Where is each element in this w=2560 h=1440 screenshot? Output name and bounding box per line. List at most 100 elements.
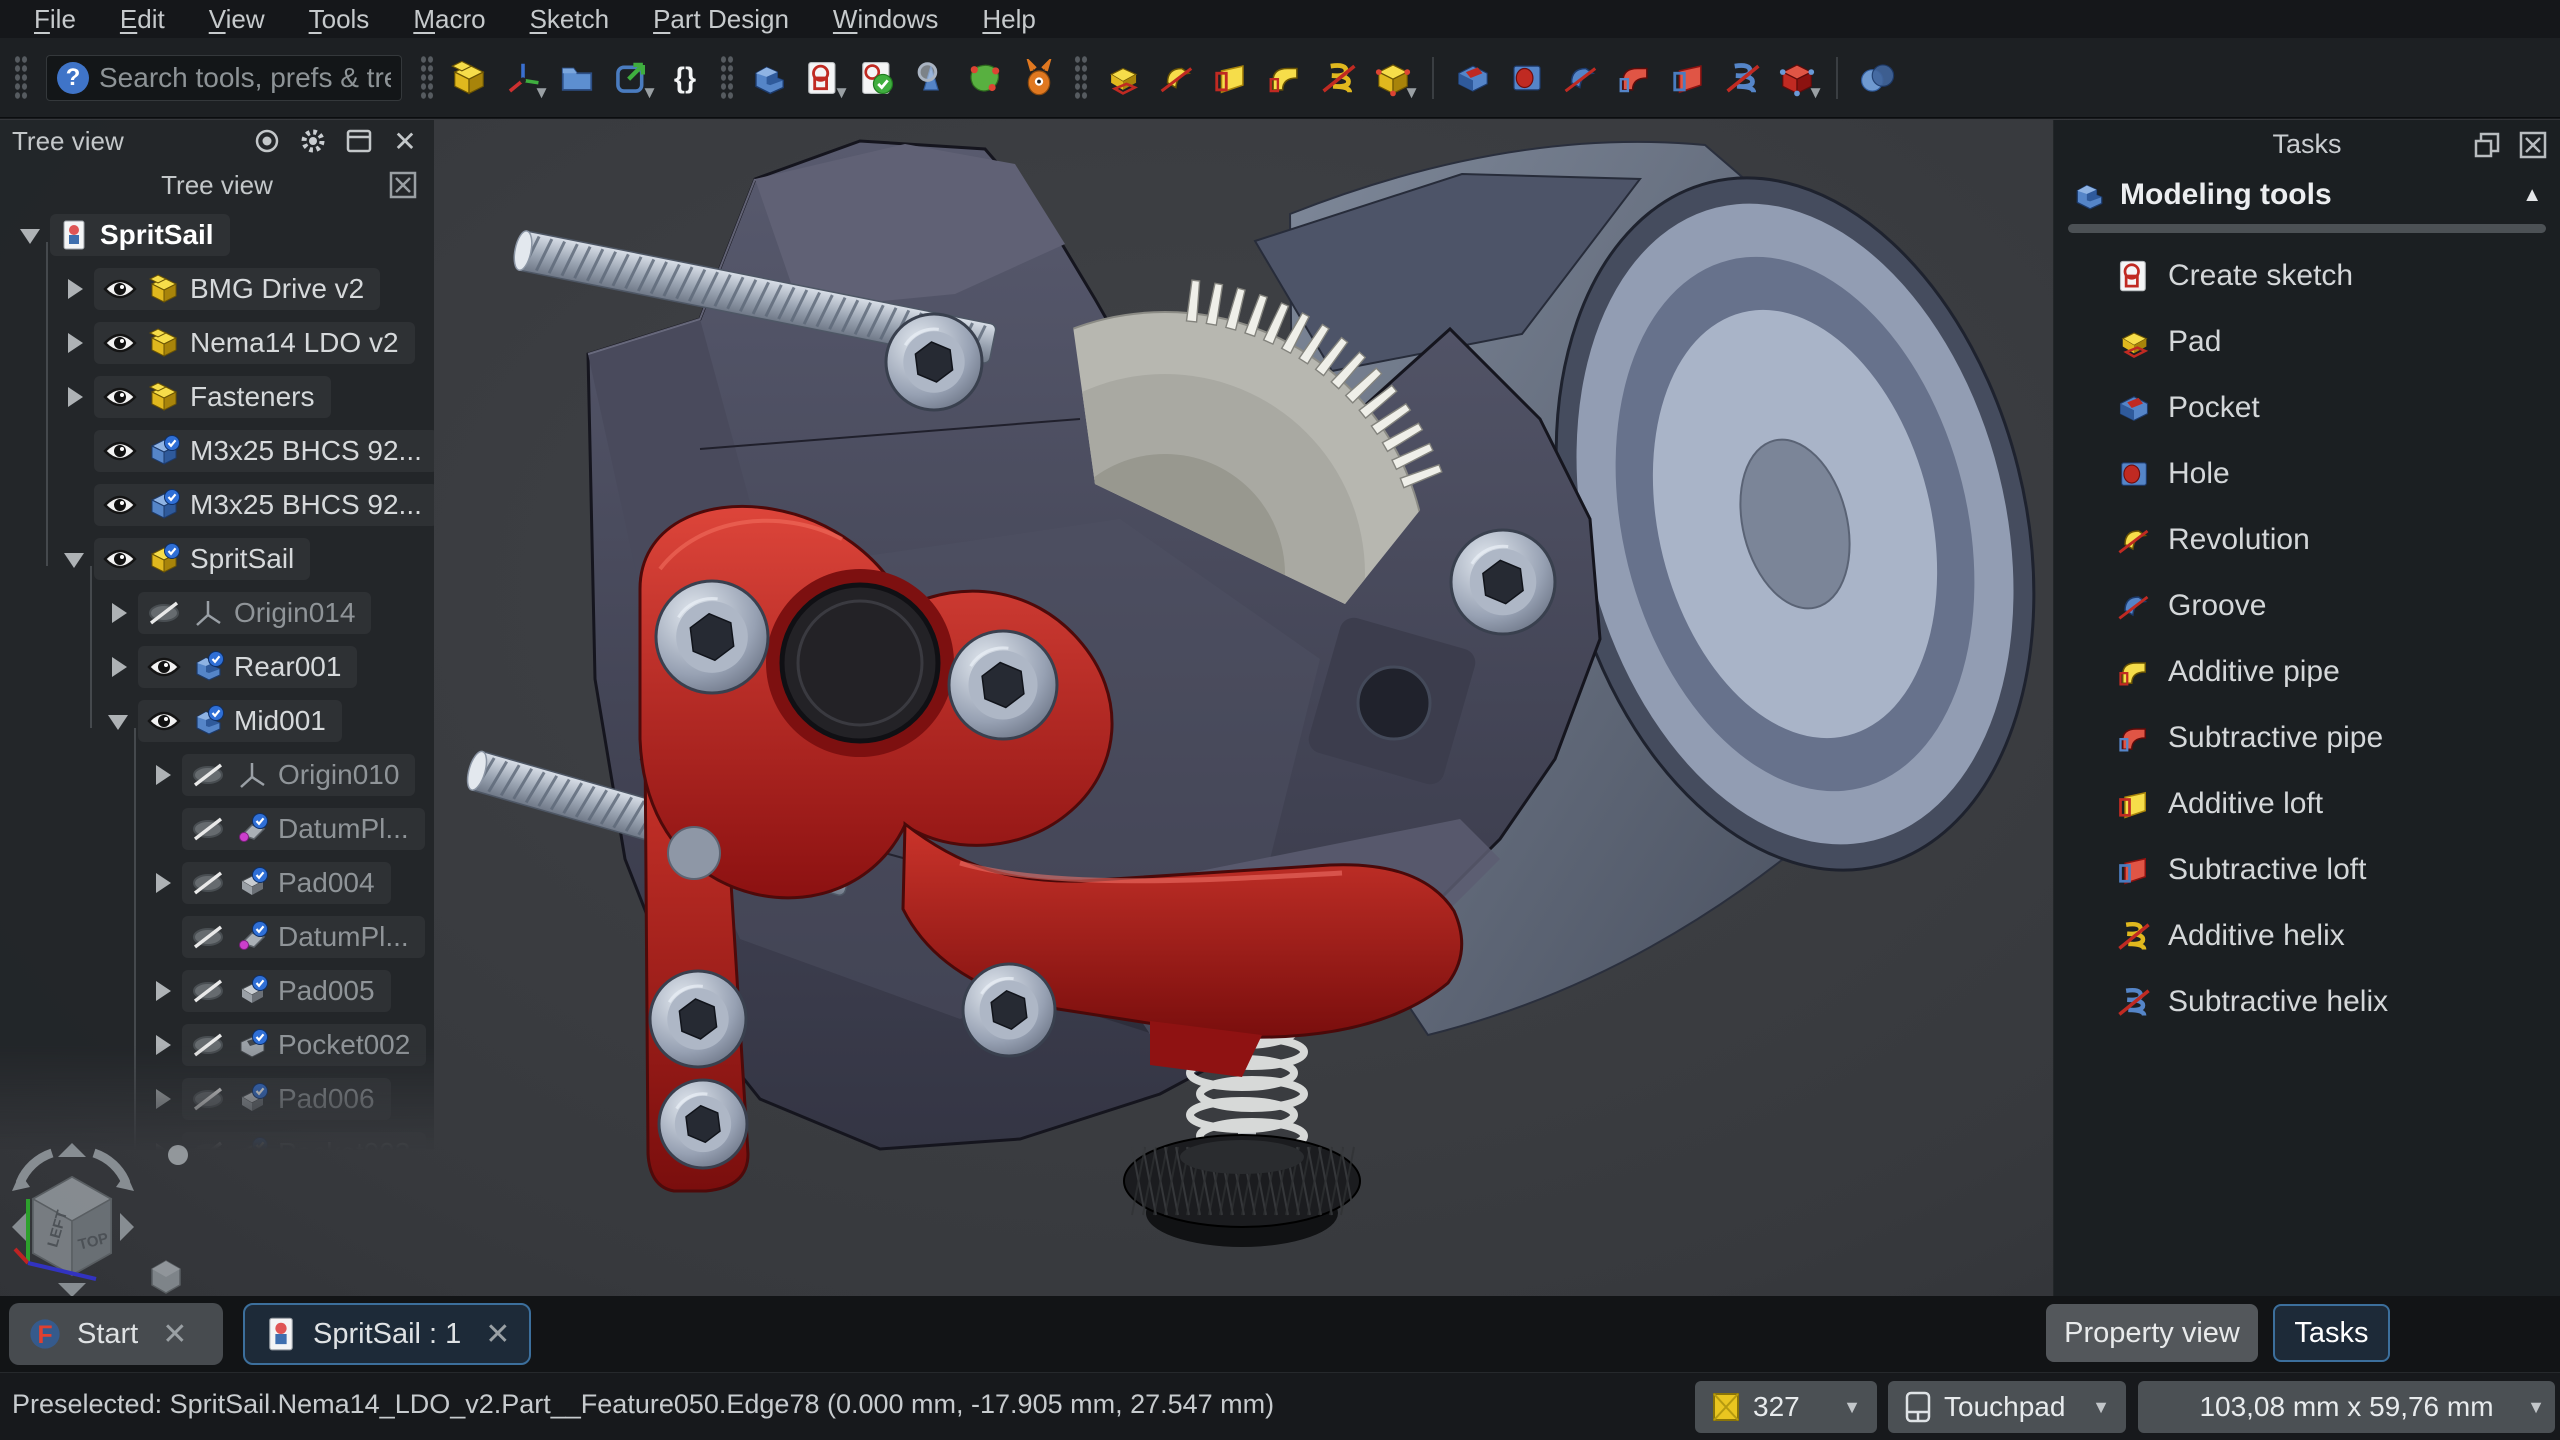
llama-button[interactable] <box>1014 51 1064 105</box>
tree-item-pad006[interactable]: Pad006 <box>0 1072 434 1126</box>
chevron-down-icon[interactable]: ▼ <box>1807 83 1824 103</box>
tree-item-content[interactable]: DatumPl... <box>182 916 425 958</box>
task-tool-groove[interactable]: Groove <box>2054 573 2560 639</box>
toolbar-grip[interactable] <box>1074 55 1088 101</box>
pad-button[interactable] <box>1098 51 1148 105</box>
nav-arrow-down[interactable] <box>58 1283 86 1297</box>
visibility-eye-off-icon[interactable] <box>190 1033 226 1057</box>
tab-start[interactable]: FStart✕ <box>9 1303 223 1365</box>
task-tool-create-sketch[interactable]: Create sketch <box>2054 243 2560 309</box>
navigation-style-widget[interactable]: Touchpad ▼ <box>1888 1381 2126 1433</box>
tree-arrow-expanded[interactable] <box>62 546 88 572</box>
tree-item-datumpl[interactable]: DatumPl... <box>0 802 434 856</box>
nav-mini-cube[interactable] <box>152 1261 180 1293</box>
tree-item-nema14-ldo-v2[interactable]: Nema14 LDO v2 <box>0 316 434 370</box>
menu-windows[interactable]: Windows <box>811 0 960 38</box>
chevron-down-icon[interactable]: ▼ <box>533 83 550 103</box>
visibility-eye-icon[interactable] <box>102 547 138 571</box>
tree-arrow-expanded[interactable] <box>106 708 132 734</box>
visibility-eye-icon[interactable] <box>102 493 138 517</box>
tree-item-content[interactable]: DatumPl... <box>182 808 425 850</box>
map-sketch-button[interactable] <box>960 51 1010 105</box>
toolbar-grip[interactable] <box>720 55 734 101</box>
tree-arrow-collapsed[interactable] <box>150 1086 176 1112</box>
tree-arrow-collapsed[interactable] <box>150 1032 176 1058</box>
tree-item-content[interactable]: Pad006 <box>182 1078 391 1120</box>
additive-pipe-button[interactable] <box>1260 51 1310 105</box>
additive-loft-button[interactable] <box>1206 51 1256 105</box>
additive-primitive-button[interactable]: ▼ <box>1368 51 1418 105</box>
subtractive-helix-button[interactable] <box>1718 51 1768 105</box>
tree-item-origin010[interactable]: Origin010 <box>0 748 434 802</box>
tree-arrow-collapsed[interactable] <box>150 870 176 896</box>
create-sketch-button[interactable]: ▼ <box>798 51 848 105</box>
chevron-down-icon[interactable]: ▼ <box>1403 83 1420 103</box>
visibility-eye-off-icon[interactable] <box>190 925 226 949</box>
tree-item-spritsail[interactable]: SpritSail <box>0 208 434 262</box>
tree-item-content[interactable]: Rear001 <box>138 646 357 688</box>
close-icon[interactable]: ✕ <box>485 1317 510 1352</box>
nav-arrow-left[interactable] <box>12 1213 26 1241</box>
toolbar-grip[interactable] <box>420 55 434 101</box>
toolbar-grip[interactable] <box>14 55 28 101</box>
overlay-layout-icon[interactable] <box>342 124 376 158</box>
tree-item-content[interactable]: Pocket002 <box>182 1024 426 1066</box>
nav-cube-body[interactable]: LEFT TOP <box>33 1177 111 1275</box>
navigation-cube[interactable]: LEFT TOP <box>6 1139 206 1309</box>
tree-arrow-expanded[interactable] <box>18 222 44 248</box>
boxed-close-icon[interactable] <box>386 168 420 202</box>
menu-macro[interactable]: Macro <box>391 0 507 38</box>
report-count-widget[interactable]: 327 ▼ <box>1695 1381 1877 1433</box>
tree-item-content[interactable]: Nema14 LDO v2 <box>94 322 415 364</box>
task-tool-hole[interactable]: Hole <box>2054 441 2560 507</box>
visibility-eye-off-icon[interactable] <box>190 871 226 895</box>
visibility-eye-off-icon[interactable] <box>190 763 226 787</box>
tree-item-bmg-drive-v2[interactable]: BMG Drive v2 <box>0 262 434 316</box>
chevron-down-icon[interactable]: ▼ <box>833 83 850 103</box>
nav-arrow-right[interactable] <box>120 1213 134 1241</box>
visibility-eye-icon[interactable] <box>102 277 138 301</box>
visibility-eye-off-icon[interactable] <box>190 979 226 1003</box>
gear-icon[interactable] <box>296 124 330 158</box>
visibility-eye-off-icon[interactable] <box>146 601 182 625</box>
search-input[interactable] <box>99 62 391 94</box>
transparency-eye-icon[interactable] <box>250 124 284 158</box>
task-tool-subtractive-loft[interactable]: Subtractive loft <box>2054 837 2560 903</box>
float-icon[interactable] <box>2470 128 2504 162</box>
task-tool-subtractive-pipe[interactable]: Subtractive pipe <box>2054 705 2560 771</box>
tree-item-content[interactable]: Mid001 <box>138 700 342 742</box>
tree-item-content[interactable]: SpritSail <box>50 214 230 256</box>
tree-item-fasteners[interactable]: Fasteners <box>0 370 434 424</box>
chevron-down-icon[interactable]: ▼ <box>641 83 658 103</box>
tree-item-mid001[interactable]: Mid001 <box>0 694 434 748</box>
tree-item-pad005[interactable]: Pad005 <box>0 964 434 1018</box>
task-tool-subtractive-helix[interactable]: Subtractive helix <box>2054 969 2560 1035</box>
view-sketch-button[interactable] <box>906 51 956 105</box>
menu-sketch[interactable]: Sketch <box>508 0 632 38</box>
tree-item-content[interactable]: BMG Drive v2 <box>94 268 380 310</box>
tasks-button[interactable]: Tasks <box>2273 1304 2390 1362</box>
chevron-up-icon[interactable]: ▲ <box>2522 184 2542 207</box>
close-icon[interactable]: ✕ <box>162 1317 187 1352</box>
menu-edit[interactable]: Edit <box>98 0 187 38</box>
task-tool-revolution[interactable]: Revolution <box>2054 507 2560 573</box>
tree-item-pocket002[interactable]: Pocket002 <box>0 1018 434 1072</box>
visibility-eye-off-icon[interactable] <box>190 817 226 841</box>
tree-item-rear001[interactable]: Rear001 <box>0 640 434 694</box>
boolean-button[interactable] <box>1852 51 1902 105</box>
close-icon[interactable]: ✕ <box>388 124 422 158</box>
part-button[interactable] <box>444 51 494 105</box>
subtractive-primitive-button[interactable]: ▼ <box>1772 51 1822 105</box>
visibility-eye-icon[interactable] <box>146 655 182 679</box>
menu-view[interactable]: View <box>187 0 287 38</box>
braces-button[interactable]: {} <box>660 51 710 105</box>
folder-button[interactable] <box>552 51 602 105</box>
tree-item-content[interactable]: Fasteners <box>94 376 331 418</box>
tree-item-content[interactable]: Origin010 <box>182 754 415 796</box>
tree-arrow-collapsed[interactable] <box>106 600 132 626</box>
task-tool-pad[interactable]: Pad <box>2054 309 2560 375</box>
tree-item-datumpl[interactable]: DatumPl... <box>0 910 434 964</box>
tree-arrow-collapsed[interactable] <box>106 654 132 680</box>
subtractive-loft-button[interactable] <box>1664 51 1714 105</box>
view-dimensions-widget[interactable]: 103,08 mm x 59,76 mm ▼ <box>2138 1381 2555 1433</box>
